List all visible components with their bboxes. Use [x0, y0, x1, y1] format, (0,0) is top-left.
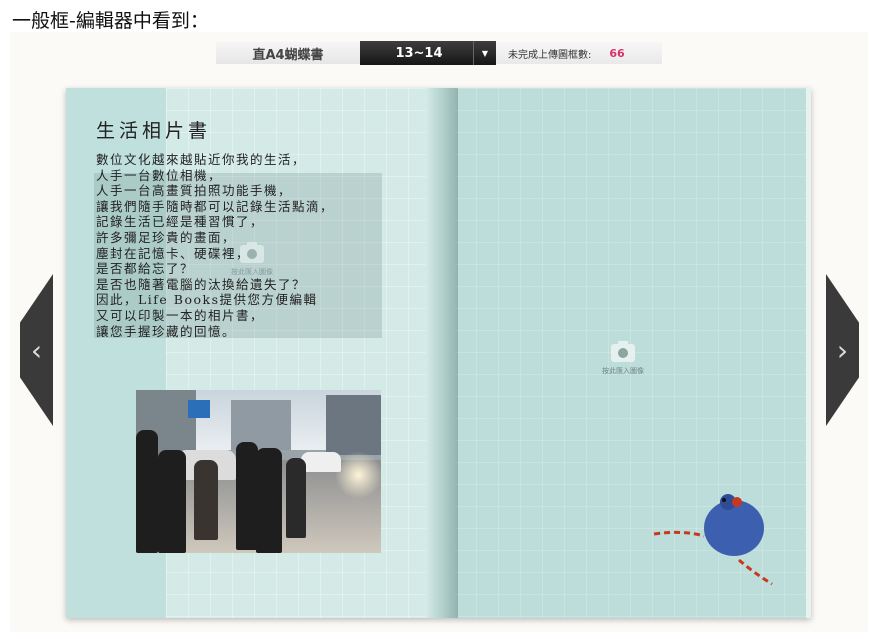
poem-line: 是否都給忘了？ — [96, 261, 195, 277]
photo-slot-label: 按此匯入圖像 — [231, 268, 273, 276]
poem-line: 許多彌足珍貴的畫面， — [96, 229, 237, 245]
next-page-button[interactable]: › — [826, 274, 859, 426]
prev-page-button[interactable]: ‹ — [20, 274, 53, 426]
left-page: 生活相片書 數位文化越來越貼近你我的生活， 人手一台數位相機， 人手一台高畫質拍… — [66, 88, 454, 618]
chevron-right-icon: › — [836, 333, 849, 367]
camera-icon — [611, 341, 635, 362]
poem-line: 人手一台高畫質拍照功能手機， — [96, 183, 293, 199]
street-photo[interactable] — [136, 390, 381, 553]
page-range-select[interactable]: 13~14 ▼ — [360, 41, 496, 65]
upload-status-label: 未完成上傳圖框數: — [508, 49, 592, 61]
chevron-left-icon: ‹ — [30, 333, 43, 367]
photo-slot-right[interactable]: 按此匯入圖像 — [602, 341, 644, 376]
poem-line: 記錄生活已經是種習慣了， — [96, 214, 265, 230]
book-spine — [426, 88, 458, 618]
page-heading: 一般框-編輯器中看到： — [12, 10, 209, 32]
poem-text[interactable]: 數位文化越來越貼近你我的生活， 人手一台數位相機， 人手一台高畫質拍照功能手機，… — [96, 152, 334, 339]
poem-line: 塵封在記憶卡、硬碟裡， — [96, 245, 251, 261]
page-title[interactable]: 生活相片書 — [96, 116, 211, 143]
photo-slot-label: 按此匯入圖像 — [602, 367, 644, 375]
upload-count-badge: 66 — [609, 46, 625, 60]
page-edge — [806, 88, 811, 618]
poem-line: 讓我們隨手隨時都可以記錄生活點滴， — [96, 198, 335, 214]
editor-stage: 直A4蝴蝶書 13~14 ▼ 未完成上傳圖框數: 66 ‹ › 生活相片書 數位… — [10, 32, 868, 632]
photo-slot-left[interactable]: 按此匯入圖像 — [231, 242, 273, 277]
poem-line: 數位文化越來越貼近你我的生活， — [96, 152, 307, 167]
camera-icon — [240, 242, 264, 263]
book-type-label: 直A4蝴蝶書 — [216, 42, 360, 64]
poem-line: 因此，Life Books提供您方便編輯 — [96, 292, 318, 308]
poem-line: 讓您手握珍藏的回憶。 — [96, 323, 237, 339]
poem-line: 人手一台數位相機， — [96, 167, 223, 183]
right-page: 按此匯入圖像 — [454, 88, 811, 618]
poem-line: 是否也隨著電腦的汰換給遺失了？ — [96, 276, 307, 292]
bird-illustration — [653, 494, 773, 586]
editor-toolbar: 直A4蝴蝶書 13~14 ▼ 未完成上傳圖框數: 66 — [216, 41, 662, 65]
book-spread: 生活相片書 數位文化越來越貼近你我的生活， 人手一台數位相機， 人手一台高畫質拍… — [66, 88, 811, 618]
poem-line: 又可以印製一本的相片書， — [96, 307, 265, 323]
upload-status: 未完成上傳圖框數: 66 — [496, 42, 662, 64]
caret-down-icon[interactable]: ▼ — [473, 41, 496, 65]
